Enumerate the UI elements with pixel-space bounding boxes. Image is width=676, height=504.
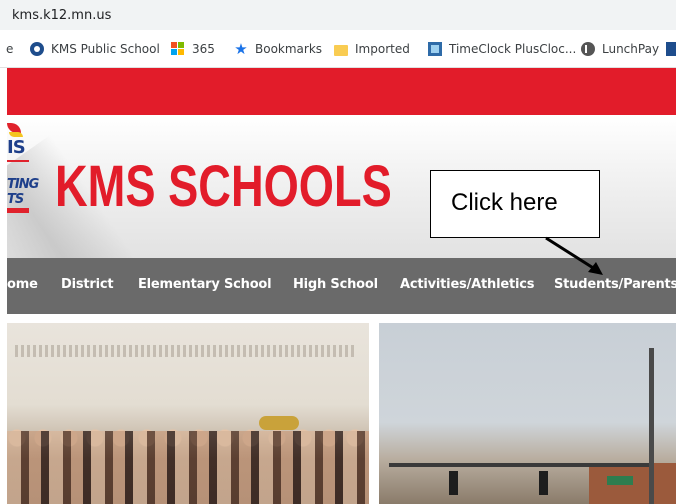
bookmark-fragment-label: e [6, 42, 14, 56]
wall-writing [15, 345, 355, 357]
traffic-signal [449, 471, 458, 495]
nav-item-district[interactable]: District [61, 277, 114, 292]
bookmark-label: KMS Public School [51, 42, 160, 56]
bookmark-fragment[interactable]: e [6, 40, 13, 58]
bookmark-label: Bookmarks [255, 42, 323, 56]
timeclock-icon [428, 42, 442, 56]
bookmark-label: 365 [192, 42, 215, 56]
street-sign [607, 476, 633, 485]
logo-text-3: TS [7, 192, 24, 207]
trombone [259, 416, 299, 430]
microsoft-icon [171, 42, 185, 56]
bookmark-lunchpay[interactable]: LunchPay [581, 40, 659, 58]
lunchpay-icon [581, 42, 595, 56]
folder-icon [334, 44, 348, 56]
logo-text-2: TING [7, 177, 39, 192]
address-bar[interactable]: kms.k12.mn.us [0, 0, 676, 30]
site-logo[interactable]: IS TING TS [7, 115, 39, 225]
light-pole [649, 348, 654, 504]
town-street-photo[interactable] [379, 323, 676, 504]
url-text[interactable]: kms.k12.mn.us [12, 8, 111, 23]
logo-text-1: IS [7, 137, 26, 158]
bookmark-365[interactable]: 365 [171, 40, 215, 58]
nav-item-home[interactable]: ome [7, 277, 38, 292]
bookmark-timeclock[interactable]: TimeClock PlusCloc... [428, 40, 576, 58]
logo-bar [7, 160, 29, 162]
nav-item-high-school[interactable]: High School [293, 277, 378, 292]
bookmark-label: LunchPay [602, 42, 660, 56]
traffic-signal [539, 471, 548, 495]
bookmark-kms-public-school[interactable]: KMS Public School [30, 40, 160, 58]
bookmark-label: Imported [355, 42, 410, 56]
top-red-band [7, 68, 676, 115]
callout-box: Click here [430, 170, 600, 238]
bookmark-bookmarks[interactable]: ★ Bookmarks [234, 40, 322, 58]
band-photo[interactable] [7, 323, 369, 504]
bookmark-imported[interactable]: Imported [334, 40, 410, 58]
bookmark-label: TimeClock PlusCloc... [449, 42, 577, 56]
signal-arm [389, 463, 649, 467]
bookmark-overflow-icon[interactable] [666, 42, 676, 56]
kms-favicon-icon [30, 42, 44, 56]
students-group [7, 431, 369, 504]
bookmarks-bar: e KMS Public School 365 ★ Bookmarks Impo… [0, 30, 676, 68]
star-icon: ★ [234, 40, 248, 58]
logo-bar-bottom [7, 208, 29, 213]
site-title[interactable]: KMS SCHOOLS [55, 153, 392, 220]
nav-item-activities-athletics[interactable]: Activities/Athletics [400, 277, 534, 292]
main-nav: ome District Elementary School High Scho… [7, 258, 676, 314]
nav-item-elementary-school[interactable]: Elementary School [138, 277, 272, 292]
nav-item-students-parents[interactable]: Students/Parents [554, 277, 676, 292]
callout-text: Click here [451, 189, 558, 216]
